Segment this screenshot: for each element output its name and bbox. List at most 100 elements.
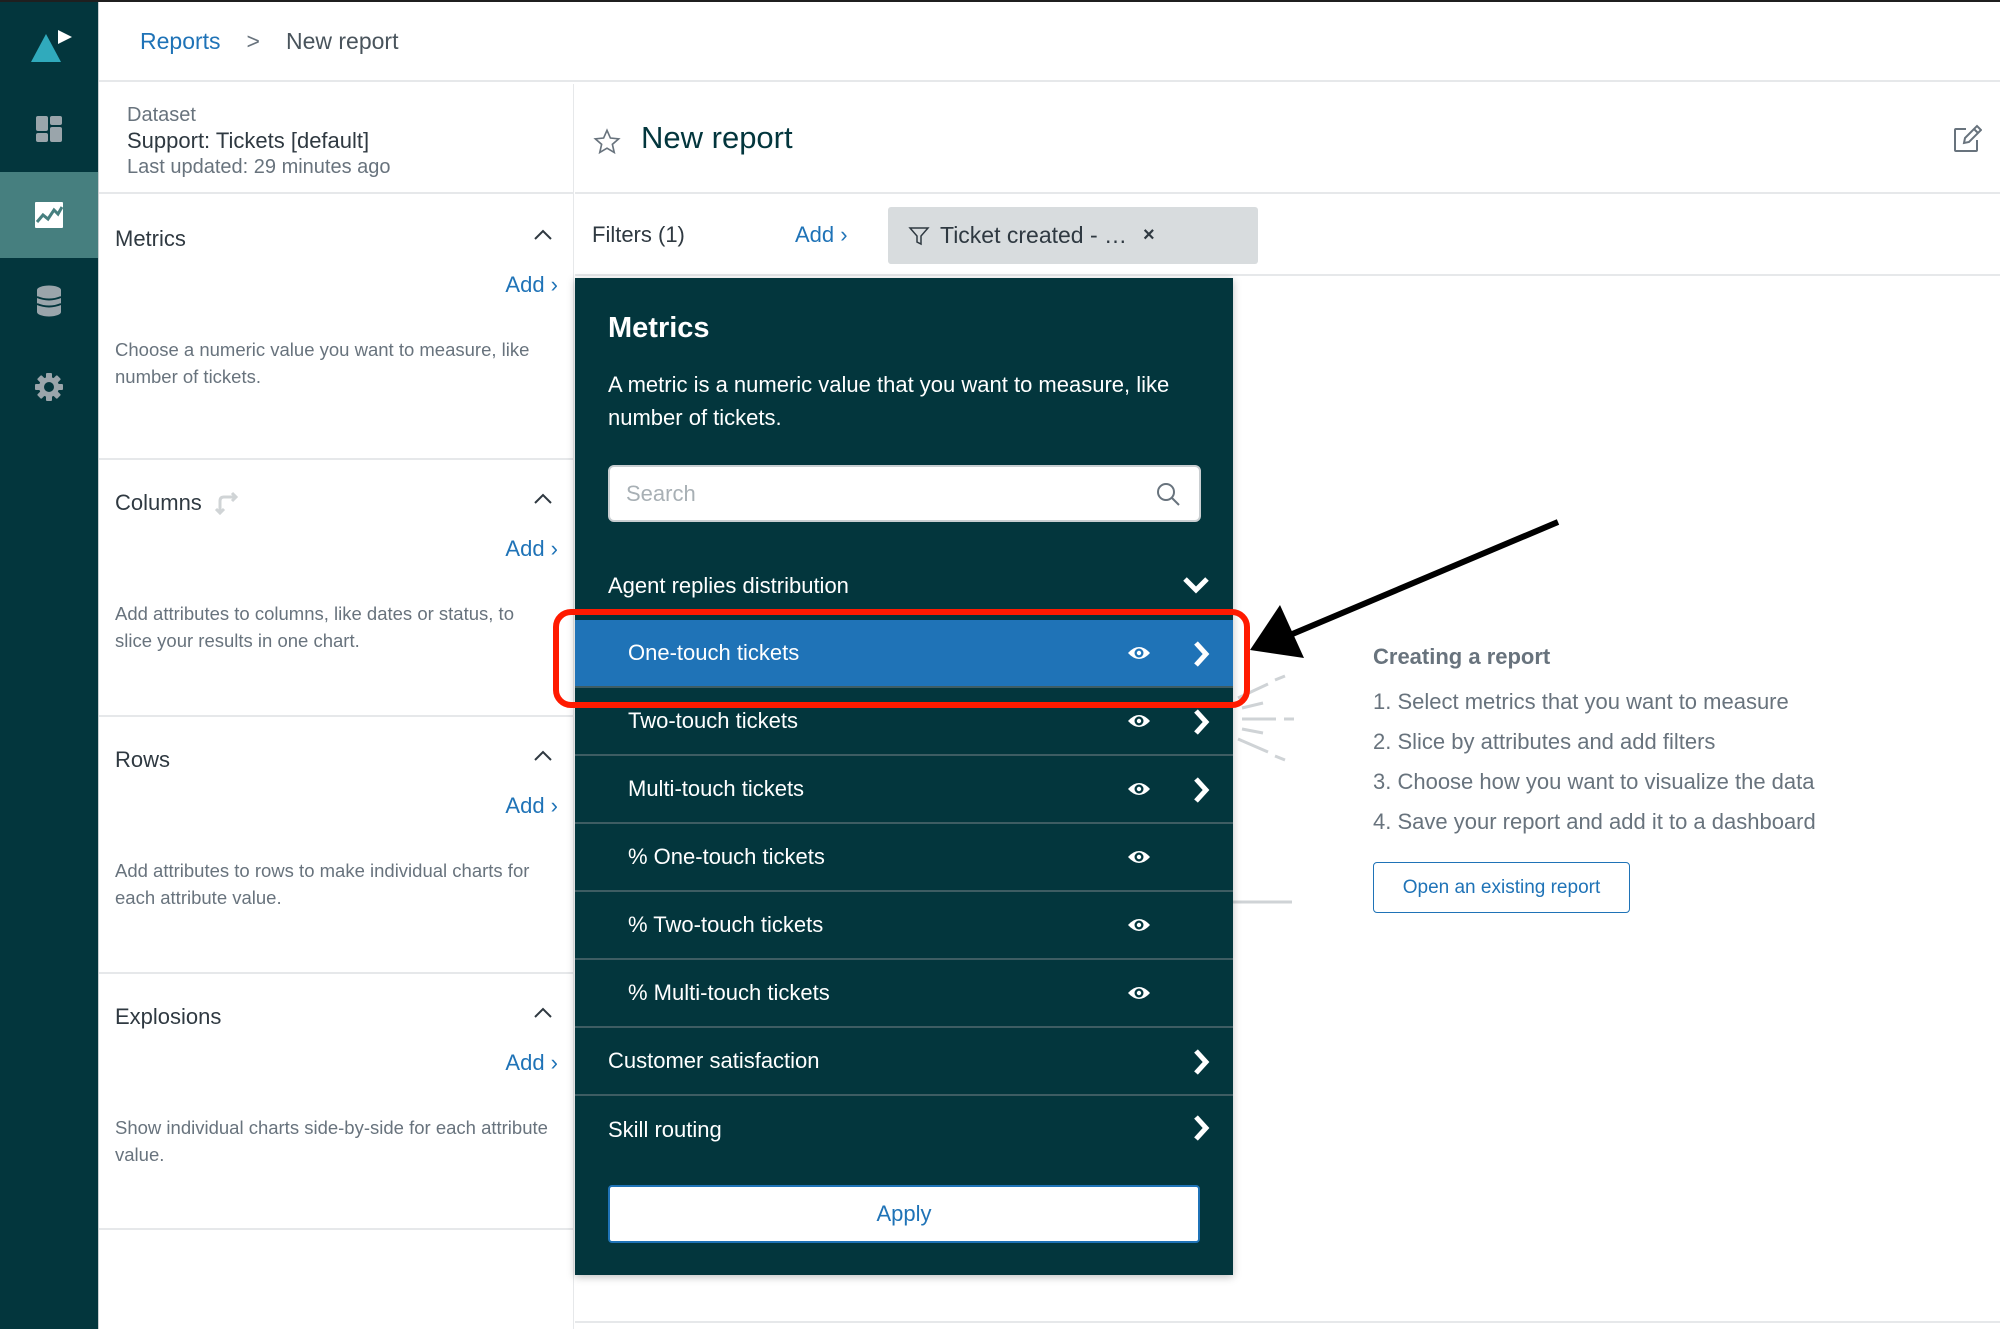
section-title: Explosions xyxy=(115,1004,221,1030)
metric-item-multi-touch[interactable]: Multi-touch tickets xyxy=(575,756,1233,824)
section-title-text: Rows xyxy=(115,747,171,772)
section-title-text: Columns xyxy=(115,490,202,515)
chevron-up-icon[interactable] xyxy=(532,490,554,508)
steps-list: 1. Select metrics that you want to measu… xyxy=(1373,682,1816,842)
chevron-right-icon[interactable] xyxy=(1191,776,1211,804)
explosions-section: Explosions Add › Show individual charts … xyxy=(99,974,574,1230)
add-row-link[interactable]: Add › xyxy=(505,793,558,819)
metrics-panel-description: A metric is a numeric value that you wan… xyxy=(608,372,1170,430)
filter-chip[interactable]: Ticket created - … × xyxy=(888,207,1258,264)
metric-item-pct-two-touch[interactable]: % Two-touch tickets xyxy=(575,892,1233,960)
eye-icon[interactable] xyxy=(1127,985,1151,1001)
metric-group-label: Skill routing xyxy=(608,1117,722,1142)
metric-item-two-touch[interactable]: Two-touch tickets xyxy=(575,688,1233,756)
metric-group-skill-routing[interactable]: Skill routing xyxy=(575,1096,1233,1164)
metrics-search-input[interactable] xyxy=(626,467,1146,520)
section-description: Choose a numeric value you want to measu… xyxy=(115,339,530,387)
section-description: Show individual charts side-by-side for … xyxy=(115,1117,548,1165)
section-title-text: Metrics xyxy=(115,226,186,251)
metric-item-label: Multi-touch tickets xyxy=(628,776,805,801)
metric-item-pct-multi-touch[interactable]: % Multi-touch tickets xyxy=(575,960,1233,1028)
eye-icon[interactable] xyxy=(1127,849,1151,865)
metric-item-label: One-touch tickets xyxy=(628,640,800,665)
add-filter-link[interactable]: Add › xyxy=(795,222,848,248)
report-config-panel: Dataset Support: Tickets [default] Last … xyxy=(99,84,574,1329)
database-icon xyxy=(36,285,62,317)
metrics-search-field[interactable] xyxy=(608,465,1201,522)
dataset-last-updated: Last updated: 29 minutes ago xyxy=(127,156,391,178)
add-metric-link[interactable]: Add › xyxy=(505,272,558,298)
explore-logo-icon[interactable] xyxy=(28,28,72,64)
section-title: Metrics xyxy=(115,226,186,252)
metric-item-pct-one-touch[interactable]: % One-touch tickets xyxy=(575,824,1233,892)
window-top-border xyxy=(0,0,2000,2)
chevron-right-icon[interactable] xyxy=(1191,640,1211,668)
rows-section: Rows Add › Add attributes to rows to mak… xyxy=(99,717,574,974)
star-icon[interactable] xyxy=(593,128,621,156)
section-title-text: Explosions xyxy=(115,1004,222,1029)
eye-icon[interactable] xyxy=(1127,781,1151,797)
metric-item-label: % Multi-touch tickets xyxy=(628,980,830,1005)
edit-icon[interactable] xyxy=(1952,124,1982,154)
bottom-divider xyxy=(575,1321,2000,1323)
metric-item-label: % One-touch tickets xyxy=(628,844,825,869)
gear-icon xyxy=(35,373,63,401)
swap-axes-icon[interactable] xyxy=(214,491,240,515)
metric-group-label: Agent replies distribution xyxy=(608,573,849,598)
breadcrumb-reports-link[interactable]: Reports xyxy=(140,28,221,55)
step-item: 3. Choose how you want to visualize the … xyxy=(1373,769,1815,794)
sidebar-item-settings[interactable] xyxy=(0,344,98,430)
line-chart-icon xyxy=(35,202,63,228)
dataset-label: Dataset xyxy=(127,104,196,126)
section-title: Columns xyxy=(115,490,240,516)
section-title: Rows xyxy=(115,747,170,773)
filters-bar: Filters (1) Add › Ticket created - … × xyxy=(575,196,2000,276)
breadcrumb: Reports > New report xyxy=(99,2,2000,82)
dataset-name[interactable]: Support: Tickets [default] xyxy=(127,128,573,154)
metric-group-agent-replies[interactable]: Agent replies distribution xyxy=(575,552,1233,620)
search-icon[interactable] xyxy=(1155,481,1181,507)
chevron-right-icon[interactable] xyxy=(1191,1114,1211,1142)
chevron-up-icon[interactable] xyxy=(532,747,554,765)
metric-item-one-touch[interactable]: One-touch tickets xyxy=(575,620,1233,688)
filters-label: Filters (1) xyxy=(592,222,685,247)
sidebar-item-dashboards[interactable] xyxy=(0,86,98,172)
chevron-down-icon[interactable] xyxy=(1181,574,1211,596)
columns-section: Columns Add › Add attributes to columns,… xyxy=(99,460,574,717)
metrics-section: Metrics Add › Choose a numeric value you… xyxy=(99,196,574,460)
step-item: 1. Select metrics that you want to measu… xyxy=(1373,689,1789,714)
report-title[interactable]: New report xyxy=(641,120,793,156)
dataset-info: Dataset Support: Tickets [default] Last … xyxy=(99,84,573,194)
metrics-panel-title: Metrics xyxy=(608,312,710,344)
remove-filter-icon[interactable]: × xyxy=(1143,224,1155,247)
chevron-right-icon[interactable] xyxy=(1191,1048,1211,1076)
dashboard-grid-icon xyxy=(36,116,62,142)
open-existing-report-button[interactable]: Open an existing report xyxy=(1373,862,1630,913)
chevron-up-icon[interactable] xyxy=(532,226,554,244)
apply-button[interactable]: Apply xyxy=(608,1185,1200,1243)
step-item: 2. Slice by attributes and add filters xyxy=(1373,729,1716,754)
metrics-picker-panel: Metrics A metric is a numeric value that… xyxy=(575,278,1233,1275)
eye-icon[interactable] xyxy=(1127,917,1151,933)
step-item: 4. Save your report and add it to a dash… xyxy=(1373,809,1816,834)
metric-group-label: Customer satisfaction xyxy=(608,1048,820,1073)
breadcrumb-current: New report xyxy=(285,27,399,54)
metric-group-customer-satisfaction[interactable]: Customer satisfaction xyxy=(575,1028,1233,1096)
sidebar-item-datasets[interactable] xyxy=(0,258,98,344)
empty-state-title: Creating a report xyxy=(1373,644,1551,669)
sidebar-item-reports[interactable] xyxy=(0,172,98,258)
sidebar-nav xyxy=(0,0,98,1329)
empty-state-instructions: Creating a report 1. Select metrics that… xyxy=(1373,644,1816,842)
eye-icon[interactable] xyxy=(1127,713,1151,729)
report-title-bar: New report xyxy=(575,84,2000,194)
section-description: Add attributes to rows to make individua… xyxy=(115,860,530,908)
filter-funnel-icon xyxy=(908,226,930,245)
chevron-right-icon[interactable] xyxy=(1191,708,1211,736)
add-explosion-link[interactable]: Add › xyxy=(505,1050,558,1076)
eye-icon[interactable] xyxy=(1127,645,1151,661)
section-description: Add attributes to columns, like dates or… xyxy=(115,603,514,651)
metric-item-label: Two-touch tickets xyxy=(628,708,798,733)
chevron-up-icon[interactable] xyxy=(532,1004,554,1022)
filter-chip-label: Ticket created - … xyxy=(940,222,1128,248)
add-column-link[interactable]: Add › xyxy=(505,536,558,562)
